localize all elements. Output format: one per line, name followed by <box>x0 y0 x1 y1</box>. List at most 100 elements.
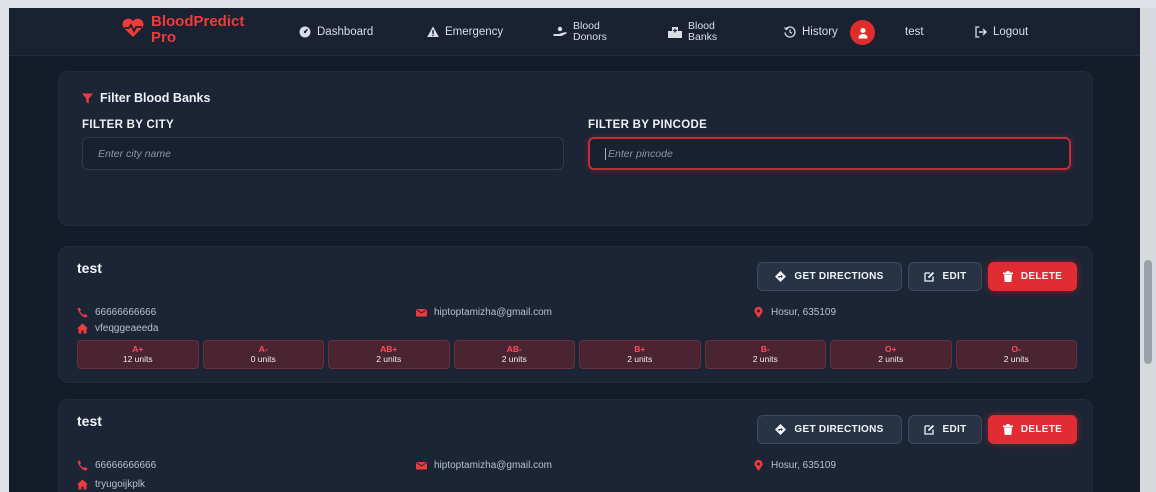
heart-pulse-icon <box>122 18 144 37</box>
brand-line-2: Pro <box>151 29 177 46</box>
edit-label: EDIT <box>942 271 967 282</box>
city-input-placeholder: Enter city name <box>98 147 171 160</box>
nav-blood-banks-label: Blood Banks <box>688 21 717 43</box>
blood-group: A- <box>258 344 268 354</box>
get-directions-label: GET DIRECTIONS <box>794 271 884 282</box>
brand-logo-link[interactable]: BloodPredict Pro <box>121 14 281 46</box>
units: 2 units <box>627 354 653 364</box>
blood-type-b-neg: B- 2 units <box>704 340 826 369</box>
delete-button[interactable]: DELETE <box>988 415 1077 444</box>
nav-logout[interactable]: Logout <box>975 8 1028 56</box>
pincode-filter-input[interactable]: Enter pincode <box>588 137 1071 170</box>
directions-icon <box>775 424 787 435</box>
bank-address-text: vfeqggeaeeda <box>95 323 159 334</box>
edit-button[interactable]: EDIT <box>908 262 982 291</box>
nav-history-label: History <box>802 26 838 38</box>
bank-address: tryugoijkplk <box>77 479 145 490</box>
text-caret <box>605 147 606 160</box>
scrollbar-thumb[interactable] <box>1144 260 1152 364</box>
nav-dashboard[interactable]: Dashboard <box>299 8 373 56</box>
bank-location-text: Hosur, 635109 <box>771 460 837 471</box>
trash-icon <box>1002 271 1013 282</box>
edit-pencil-icon <box>923 271 934 282</box>
home-icon <box>77 323 88 334</box>
pincode-filter-label: FILTER BY PINCODE <box>588 119 708 131</box>
units: 2 units <box>376 354 402 364</box>
user-name: test <box>905 26 924 38</box>
phone-icon <box>77 307 88 318</box>
units: 12 units <box>122 354 153 364</box>
nav-history[interactable]: History <box>784 8 838 56</box>
bank-address-text: tryugoijkplk <box>95 479 146 490</box>
dashboard-gauge-icon <box>299 26 311 38</box>
delete-label: DELETE <box>1020 424 1063 435</box>
nav-emergency-label: Emergency <box>445 26 504 38</box>
units: 2 units <box>752 354 778 364</box>
bank-email[interactable]: hiptoptamizha@gmail.com <box>416 307 552 318</box>
nav-blood-donors[interactable]: Blood Donors <box>553 8 607 56</box>
city-filter-input[interactable]: Enter city name <box>82 137 564 170</box>
blood-type-b-pos: B+ 2 units <box>579 340 701 369</box>
blood-group: AB+ <box>380 344 398 354</box>
bank-location-text: Hosur, 635109 <box>771 307 837 318</box>
user-avatar[interactable] <box>850 20 875 45</box>
city-filter-label: FILTER BY CITY <box>82 119 174 131</box>
units: 2 units <box>501 354 527 364</box>
get-directions-label: GET DIRECTIONS <box>794 424 884 435</box>
bank-phone: 66666666666 <box>77 460 156 471</box>
blood-group: B- <box>760 344 770 354</box>
map-pin-icon <box>754 460 763 471</box>
delete-button[interactable]: DELETE <box>988 262 1077 291</box>
units: 2 units <box>1003 354 1029 364</box>
nav-blood-donors-line2: Donors <box>573 31 607 43</box>
phone-icon <box>77 460 88 471</box>
bank-phone: 66666666666 <box>77 307 156 318</box>
filter-title: Filter Blood Banks <box>82 91 210 105</box>
user-icon <box>858 27 867 38</box>
delete-label: DELETE <box>1020 271 1063 282</box>
top-navbar: BloodPredict Pro Dashboard Emergency Blo… <box>9 8 1140 56</box>
blood-bank-card: test GET DIRECTIONS EDIT DELETE 66666666… <box>58 399 1093 492</box>
blood-type-a-pos: A+ 12 units <box>77 340 199 369</box>
trash-icon <box>1002 424 1013 435</box>
home-icon <box>77 479 88 490</box>
logout-icon <box>975 26 987 38</box>
map-pin-icon <box>754 307 763 318</box>
pincode-input-placeholder: Enter pincode <box>608 147 673 160</box>
directions-icon <box>775 271 787 282</box>
edit-pencil-icon <box>923 424 934 435</box>
nav-blood-banks-line2: Banks <box>688 31 718 43</box>
browser-viewport: BloodPredict Pro Dashboard Emergency Blo… <box>9 8 1140 492</box>
blood-type-o-neg: O- 2 units <box>955 340 1077 369</box>
bank-email[interactable]: hiptoptamizha@gmail.com <box>416 460 552 471</box>
bank-location: Hosur, 635109 <box>753 307 836 318</box>
blood-group: B+ <box>634 344 646 354</box>
blood-stock-row: A+ 12 units A- 0 units AB+ 2 units AB- 2 uni… <box>77 340 1077 369</box>
history-clock-icon <box>784 26 796 38</box>
units: 2 units <box>878 354 904 364</box>
nav-blood-banks[interactable]: Blood Banks <box>668 8 717 56</box>
nav-logout-label: Logout <box>993 26 1029 38</box>
bank-email-text: hiptoptamizha@gmail.com <box>434 460 552 471</box>
brand-line-1: BloodPredict <box>151 13 245 30</box>
edit-button[interactable]: EDIT <box>908 415 982 444</box>
bank-name: test <box>77 260 102 276</box>
blood-group: O+ <box>884 344 897 354</box>
edit-label: EDIT <box>942 424 967 435</box>
filter-funnel-icon <box>82 93 93 103</box>
get-directions-button[interactable]: GET DIRECTIONS <box>757 415 902 444</box>
blood-bank-card: test GET DIRECTIONS EDIT DELETE 66666666… <box>58 246 1093 383</box>
envelope-icon <box>416 462 427 470</box>
blood-group: O- <box>1011 344 1021 354</box>
get-directions-button[interactable]: GET DIRECTIONS <box>757 262 902 291</box>
warning-triangle-icon <box>427 26 439 37</box>
bank-location: Hosur, 635109 <box>753 460 836 471</box>
blood-type-ab-neg: AB- 2 units <box>453 340 575 369</box>
units: 0 units <box>250 354 276 364</box>
bank-name: test <box>77 413 102 429</box>
nav-emergency[interactable]: Emergency <box>427 8 503 56</box>
blood-type-ab-pos: AB+ 2 units <box>328 340 450 369</box>
nav-blood-donors-label: Blood Donors <box>573 21 607 43</box>
donors-hand-icon <box>553 26 567 36</box>
page-scrollbar[interactable] <box>1140 8 1156 492</box>
